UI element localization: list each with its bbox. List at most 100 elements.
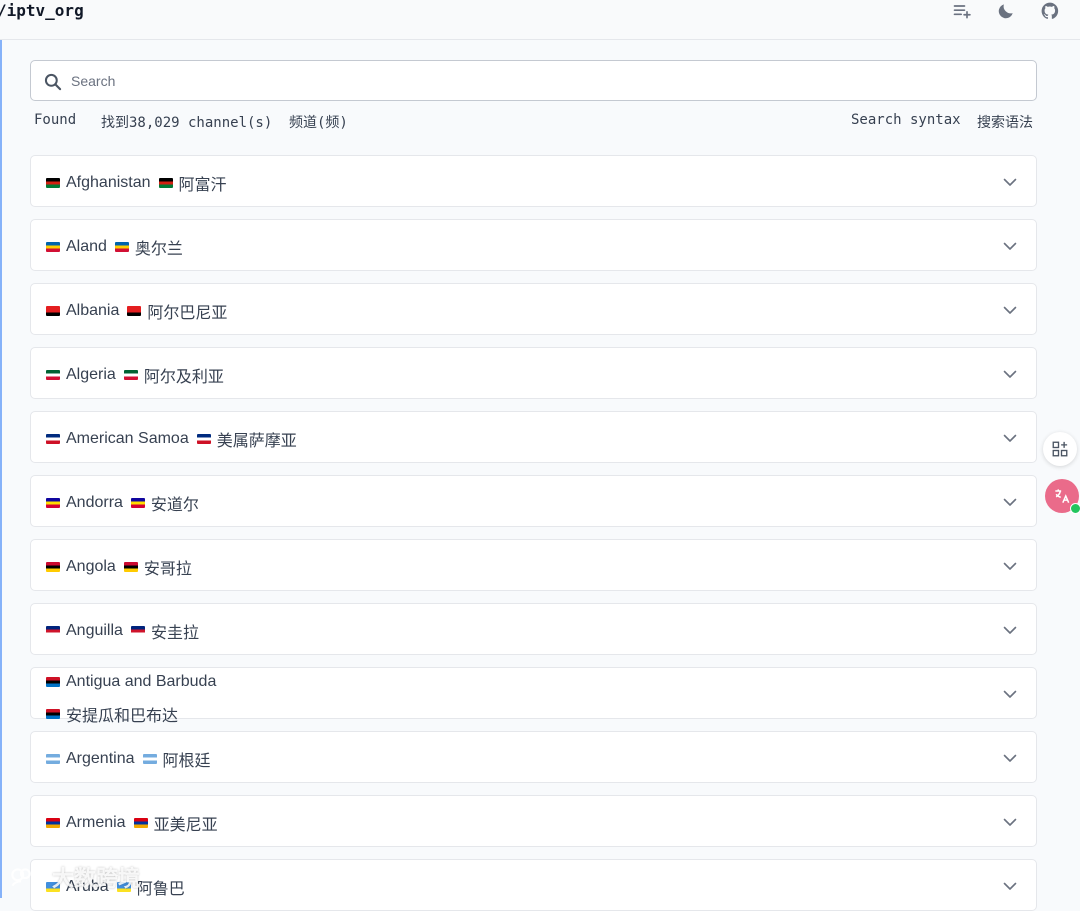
country-name-zh: 阿鲁巴 — [136, 881, 185, 898]
country-item[interactable]: Antigua and Barbuda 安提瓜和巴布达 — [30, 667, 1037, 725]
flag-icon — [114, 242, 129, 252]
watermark: 大数跨境 — [8, 862, 140, 892]
search-icon — [44, 73, 62, 91]
chevron-down-icon[interactable] — [1002, 366, 1018, 382]
country-item[interactable]: Aland 奥尔兰 — [30, 219, 1037, 271]
country-name-en: Afghanistan — [66, 174, 151, 191]
country-item[interactable]: Aruba 阿鲁巴 — [30, 859, 1037, 911]
country-name: Armenia 亚美尼亚 — [46, 811, 976, 835]
flag-icon — [46, 754, 60, 764]
found-label: Found — [34, 112, 77, 128]
country-name-zh: 安哥拉 — [143, 561, 192, 578]
flag-icon — [127, 306, 142, 316]
country-item[interactable]: Andorra 安道尔 — [30, 475, 1037, 527]
channel-count: 找到38,029 channel(s) — [101, 115, 273, 131]
chevron-down-icon[interactable] — [1002, 878, 1018, 894]
flag-icon — [46, 178, 60, 188]
country-name-zh: 阿尔巴尼亚 — [147, 305, 228, 322]
country-name-zh: 亚美尼亚 — [153, 817, 218, 834]
playlist-add-icon[interactable] — [950, 0, 974, 22]
country-item[interactable]: American Samoa 美属萨摩亚 — [30, 411, 1037, 463]
chevron-down-icon[interactable] — [1002, 622, 1018, 638]
country-item[interactable]: Afghanistan 阿富汗 — [30, 155, 1037, 207]
search-bar — [30, 60, 1037, 101]
chevron-down-icon[interactable] — [1002, 430, 1018, 446]
flag-icon — [46, 306, 60, 316]
chevron-down-icon[interactable] — [1002, 814, 1018, 830]
country-name: Antigua and Barbuda 安提瓜和巴布达 — [46, 668, 976, 725]
flag-icon — [46, 242, 60, 252]
flag-icon — [196, 434, 211, 444]
country-name-en: Antigua and Barbuda — [66, 673, 217, 690]
apps-icon[interactable] — [1043, 432, 1077, 466]
flag-icon — [46, 677, 60, 687]
flag-icon — [123, 370, 138, 380]
country-item[interactable]: Algeria 阿尔及利亚 — [30, 347, 1037, 399]
country-name: Aland 奥尔兰 — [46, 235, 976, 259]
flag-icon — [46, 818, 60, 828]
country-name: Argentina 阿根廷 — [46, 747, 976, 771]
country-name: Anguilla 安圭拉 — [46, 619, 976, 643]
search-syntax-zh-link[interactable]: 搜索语法 — [977, 112, 1033, 132]
watermark-logo-icon — [11, 868, 31, 887]
country-name-en: Angola — [66, 558, 116, 575]
country-name-en: Aland — [66, 238, 107, 255]
flag-icon — [46, 562, 60, 572]
chevron-down-icon[interactable] — [1002, 302, 1018, 318]
country-name: Angola 安哥拉 — [46, 555, 976, 579]
brand-link[interactable]: /iptv_org — [0, 1, 84, 20]
country-name-zh: 美属萨摩亚 — [216, 433, 297, 450]
flag-icon — [46, 434, 60, 444]
country-name-en: Andorra — [66, 494, 123, 511]
country-name-en: Argentina — [66, 750, 135, 767]
country-name-zh: 阿尔及利亚 — [143, 369, 224, 386]
flag-icon — [133, 818, 148, 828]
country-name-en: Algeria — [66, 366, 116, 383]
country-item[interactable]: Argentina 阿根廷 — [30, 731, 1037, 783]
search-syntax-link[interactable]: Search syntax — [851, 112, 961, 128]
country-name-zh: 阿根廷 — [162, 753, 211, 770]
country-name-zh: 阿富汗 — [178, 177, 227, 194]
country-name: American Samoa 美属萨摩亚 — [46, 427, 976, 451]
flag-icon — [142, 754, 157, 764]
country-name-en: Anguilla — [66, 622, 123, 639]
active-badge — [1070, 503, 1080, 514]
translate-icon[interactable] — [1045, 479, 1080, 514]
country-name: Albania 阿尔巴尼亚 — [46, 299, 976, 323]
country-name-en: Armenia — [66, 814, 126, 831]
chevron-down-icon[interactable] — [1002, 174, 1018, 190]
country-item[interactable]: Anguilla 安圭拉 — [30, 603, 1037, 655]
country-name-zh: 安道尔 — [150, 497, 199, 514]
flag-icon — [46, 498, 60, 508]
country-name-en: American Samoa — [66, 430, 189, 447]
window-edge — [0, 0, 2, 898]
country-item[interactable]: Armenia 亚美尼亚 — [30, 795, 1037, 847]
chevron-down-icon[interactable] — [1002, 494, 1018, 510]
flag-icon — [46, 626, 60, 636]
chevron-down-icon[interactable] — [1002, 686, 1018, 702]
country-name: Algeria 阿尔及利亚 — [46, 363, 976, 387]
moon-icon[interactable] — [994, 0, 1018, 22]
country-name-zh: 安圭拉 — [150, 625, 199, 642]
flag-icon — [130, 498, 145, 508]
country-name-en: Albania — [66, 302, 120, 319]
country-name: Andorra 安道尔 — [46, 491, 976, 515]
channel-count-zh: 频道(频) — [289, 115, 348, 131]
search-input[interactable] — [71, 67, 1021, 95]
top-bar: /iptv_org — [0, 0, 1080, 40]
country-name: Aruba 阿鲁巴 — [46, 875, 976, 899]
flag-icon — [46, 709, 60, 719]
results-status: Found 找到38,029 channel(s) 频道(频) Search s… — [34, 112, 1034, 132]
country-name: Afghanistan 阿富汗 — [46, 171, 976, 195]
chevron-down-icon[interactable] — [1002, 750, 1018, 766]
flag-icon — [158, 178, 173, 188]
country-name-zh: 奥尔兰 — [134, 241, 183, 258]
country-item[interactable]: Albania 阿尔巴尼亚 — [30, 283, 1037, 335]
github-icon[interactable] — [1038, 0, 1062, 22]
country-item[interactable]: Angola 安哥拉 — [30, 539, 1037, 591]
flag-icon — [46, 370, 60, 380]
flag-icon — [123, 562, 138, 572]
chevron-down-icon[interactable] — [1002, 238, 1018, 254]
chevron-down-icon[interactable] — [1002, 558, 1018, 574]
flag-icon — [130, 626, 145, 636]
